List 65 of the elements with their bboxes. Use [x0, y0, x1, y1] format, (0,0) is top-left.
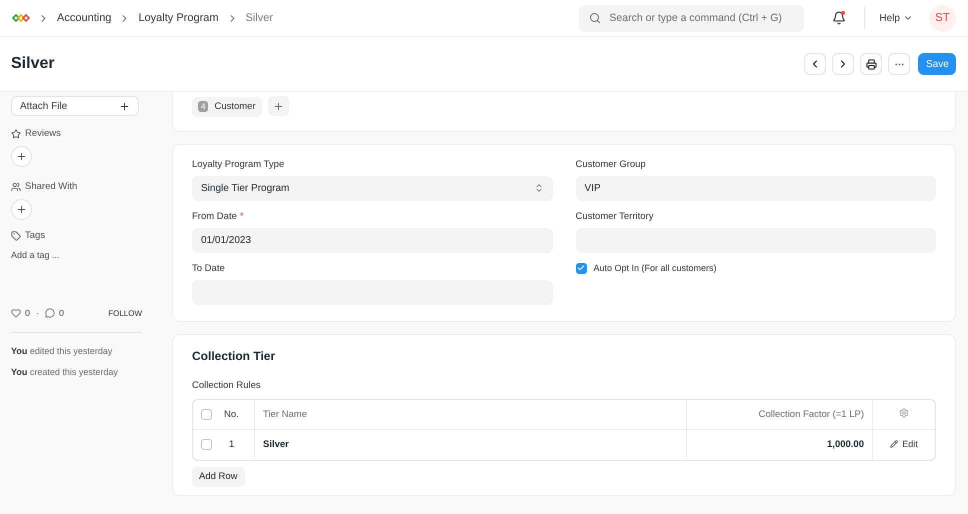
select-all-checkbox[interactable] — [201, 408, 212, 420]
print-button[interactable] — [860, 53, 882, 75]
column-header: Collection Factor (=1 LP) — [687, 400, 873, 430]
breadcrumb-link[interactable]: Silver — [246, 12, 274, 24]
edit-button[interactable]: Edit — [890, 438, 918, 448]
plus-icon — [16, 151, 27, 162]
attach-file-button[interactable]: Attach File — [11, 96, 139, 116]
activity-entry: You edited this yesterday — [11, 345, 114, 358]
search-icon — [589, 12, 602, 24]
notification-button[interactable] — [832, 11, 846, 25]
plus-icon — [272, 100, 284, 112]
section-title: Collection Tier — [192, 348, 276, 362]
star-icon — [11, 128, 21, 138]
field-label: Loyalty Program Type — [192, 158, 284, 170]
settings-icon[interactable] — [899, 408, 909, 418]
column-header: No. — [224, 408, 239, 420]
comment-icon — [45, 308, 56, 318]
plus-icon — [119, 100, 130, 112]
table-cell: Silver — [255, 430, 687, 460]
required-mark: * — [240, 210, 244, 222]
like-count: 0 — [25, 308, 30, 318]
breadcrumb-link[interactable]: Loyalty Program — [138, 12, 219, 24]
input-field[interactable]: 01/01/2023 — [192, 228, 552, 252]
pencil-icon — [890, 440, 898, 448]
table-cell: 1,000.00 — [687, 430, 873, 460]
updown-icon — [534, 183, 544, 193]
add-review-button[interactable] — [11, 146, 32, 167]
comment-count: 0 — [59, 308, 64, 318]
printer-icon — [866, 58, 876, 70]
add-tag-link[interactable]: Add a tag ... — [11, 250, 142, 260]
plus-icon — [16, 204, 27, 215]
add-button[interactable] — [268, 96, 289, 116]
select-field[interactable]: Single Tier Program — [192, 176, 552, 200]
logo-icon — [12, 13, 30, 23]
field-label: Customer Group — [576, 158, 646, 170]
reviews-label: Reviews — [25, 128, 61, 139]
tag-icon — [11, 230, 21, 240]
row-checkbox[interactable] — [201, 439, 212, 450]
field-label: Customer Territory — [576, 210, 654, 222]
previous-button[interactable] — [804, 53, 826, 75]
count-badge: 4 — [198, 101, 208, 112]
checkbox-label: Auto Opt In (For all customers) — [594, 263, 717, 273]
tags-label: Tags — [25, 230, 46, 241]
add-row-button[interactable]: Add Row — [192, 466, 245, 486]
row-number: 1 — [229, 439, 234, 450]
field-label: From Date — [192, 210, 237, 222]
help-menu[interactable]: Help — [864, 7, 913, 29]
user-avatar[interactable]: ST — [929, 4, 956, 32]
field-label: To Date — [192, 262, 225, 274]
assigned-chip[interactable]: 4 Customer — [192, 96, 262, 116]
input-field[interactable]: VIP — [576, 176, 936, 200]
table-label: Collection Rules — [192, 380, 261, 390]
checkbox[interactable] — [576, 262, 586, 274]
activity-entry: You created this yesterday — [11, 366, 119, 380]
separator-dot: · — [36, 308, 40, 318]
page-title: Silver — [11, 55, 55, 73]
column-header: Tier Name — [255, 400, 687, 430]
next-button[interactable] — [832, 53, 854, 75]
follow-button[interactable]: FOLLOW — [108, 308, 142, 318]
users-icon — [11, 182, 21, 192]
breadcrumb-link[interactable]: Accounting — [57, 12, 112, 24]
add-share-button[interactable] — [11, 199, 32, 220]
heart-icon[interactable] — [11, 308, 21, 318]
search-field[interactable]: Search or type a command (Ctrl + G) — [579, 4, 804, 32]
shared-with-label: Shared With — [25, 181, 78, 192]
